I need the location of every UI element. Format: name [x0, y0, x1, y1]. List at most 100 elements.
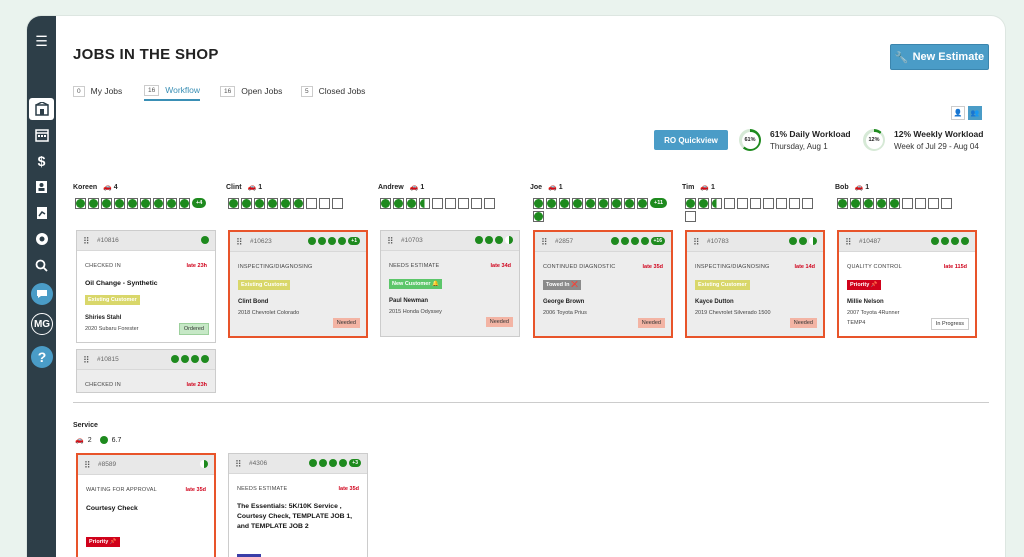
team-view-icon[interactable]: 👥 — [968, 106, 982, 120]
chat-icon[interactable] — [31, 283, 53, 305]
slot — [902, 198, 913, 209]
slot — [559, 198, 570, 209]
job-status: QUALITY CONTROL — [847, 264, 902, 270]
job-card-8589[interactable]: ⠿ #8589 WAITING FOR APPROVAL late 35d Co… — [76, 453, 216, 557]
car-count: 4 — [113, 184, 118, 191]
weekly-gauge-label: 12% — [865, 131, 883, 149]
progress-dots: +16 — [610, 237, 665, 245]
job-card-10623[interactable]: ⠿ #10623 +1 INSPECTING/DIAGNOSING Existi… — [228, 230, 368, 338]
late-indicator: late 23h — [186, 263, 207, 269]
job-card-4306[interactable]: ⠿ #4306 +3 NEEDS ESTIMATE late 35d The E… — [228, 453, 368, 557]
job-number: #10816 — [97, 237, 119, 244]
tab-workflow[interactable]: 16 Workflow — [144, 81, 201, 101]
job-status: CONTINUED DIAGNOSTIC — [543, 264, 616, 270]
capacity-slots-koreen: +4 — [75, 198, 215, 209]
job-card-10815[interactable]: ⠿ #10815 CHECKED IN late 23h — [76, 349, 216, 393]
tab-count: 16 — [144, 84, 160, 96]
progress-dots — [931, 237, 969, 245]
daily-workload-gauge: 61% — [739, 129, 761, 151]
progress-dot — [339, 459, 348, 467]
avatar[interactable]: MG — [31, 313, 53, 335]
slot — [445, 198, 456, 209]
ro-quickview-button[interactable]: RO Quickview — [654, 130, 728, 150]
slot — [611, 198, 622, 209]
drag-handle-icon[interactable]: ⠿ — [235, 459, 242, 470]
car-icon: 🚗 — [409, 184, 421, 191]
slot — [166, 198, 177, 209]
tab-closed-jobs[interactable]: 5 Closed Jobs — [301, 81, 365, 101]
slot — [101, 198, 112, 209]
car-icon: 🚗 — [854, 184, 866, 191]
drag-handle-icon[interactable]: ⠿ — [83, 236, 90, 247]
single-user-view-icon[interactable]: 👤 — [951, 106, 965, 120]
progress-dot — [318, 237, 327, 245]
contacts-icon[interactable] — [30, 176, 53, 198]
reports-icon[interactable] — [30, 202, 53, 224]
progress-dot — [495, 236, 503, 244]
vehicle: 2018 Chevrolet Colorado — [238, 310, 300, 316]
daily-workload-title: 61% Daily Workload — [770, 129, 851, 139]
progress-dots — [171, 355, 209, 363]
tire-icon[interactable] — [30, 228, 53, 250]
slot — [802, 198, 813, 209]
slot — [228, 198, 239, 209]
customer-name: George Brown — [543, 299, 585, 305]
drag-handle-icon[interactable]: ⠿ — [236, 237, 243, 248]
drag-handle-icon[interactable]: ⠿ — [84, 460, 91, 471]
progress-dot — [201, 236, 209, 244]
parts-status-pill: Needed — [485, 317, 513, 327]
job-card-10816[interactable]: ⠿ #10816 CHECKED IN late 23h Oil Change … — [76, 230, 216, 343]
car-count: 1 — [865, 184, 870, 191]
parts-status-pill: Needed — [332, 318, 360, 328]
progress-dots — [200, 460, 208, 468]
customer-badge: New Customer 🔔 — [389, 279, 442, 289]
job-card-10487[interactable]: ⠿ #10487 QUALITY CONTROL late 115d Prior… — [837, 230, 977, 338]
late-indicator: late 35d — [338, 486, 359, 492]
tab-open-jobs[interactable]: 16 Open Jobs — [220, 81, 282, 101]
progress-dot — [620, 237, 629, 245]
tab-label: Workflow — [165, 85, 201, 95]
shop-icon[interactable] — [29, 98, 54, 120]
slot — [750, 198, 761, 209]
slot — [75, 198, 86, 209]
tab-label: Closed Jobs — [318, 86, 366, 96]
slot — [406, 198, 417, 209]
job-card-10703[interactable]: ⠿ #10703 NEEDS ESTIMATE late 34d New Cus… — [380, 230, 520, 337]
car-icon: 🚗 — [103, 184, 114, 191]
tech-column-andrew: Andrew 🚗 1 — [378, 183, 424, 191]
tab-my-jobs[interactable]: 0 My Jobs — [73, 81, 122, 101]
drag-handle-icon[interactable]: ⠿ — [693, 237, 700, 248]
card-header: ⠿ #10487 — [839, 232, 975, 252]
drag-handle-icon[interactable]: ⠿ — [541, 237, 548, 248]
service-section-title: Service — [73, 422, 98, 429]
tech-column-koreen: Koreen 🚗 4 — [73, 183, 118, 191]
drag-handle-icon[interactable]: ⠿ — [83, 355, 90, 366]
menu-icon[interactable]: ☰ — [30, 30, 53, 52]
dollar-icon[interactable]: $ — [30, 150, 53, 172]
search-icon[interactable] — [30, 254, 53, 276]
towed-badge: Towed In ❌ — [543, 280, 581, 290]
job-status: WAITING FOR APPROVAL — [86, 487, 157, 493]
drag-handle-icon[interactable]: ⠿ — [387, 236, 394, 247]
tech-column-bob: Bob 🚗 1 — [835, 183, 869, 191]
job-card-10783[interactable]: ⠿ #10783 INSPECTING/DIAGNOSING late 14d … — [685, 230, 825, 338]
drag-handle-icon[interactable]: ⠿ — [845, 237, 852, 248]
slot — [598, 198, 609, 209]
service-name: The Essentials: 5K/10K Service , Courtes… — [237, 503, 353, 530]
slot — [114, 198, 125, 209]
daily-gauge-label: 61% — [741, 131, 759, 149]
slot — [471, 198, 482, 209]
card-header: ⠿ #8589 — [78, 455, 214, 475]
job-status: INSPECTING/DIAGNOSING — [695, 264, 770, 270]
card-header: ⠿ #10703 — [381, 231, 519, 251]
slot-overflow-badge: +11 — [650, 198, 668, 208]
new-estimate-button[interactable]: 🔧 New Estimate — [890, 44, 989, 70]
job-card-2857[interactable]: ⠿ #2857 +16 CONTINUED DIAGNOSTIC late 35… — [533, 230, 673, 338]
progress-dot — [338, 237, 347, 245]
new-estimate-label: New Estimate — [912, 51, 985, 63]
section-divider — [73, 402, 989, 403]
calendar-icon[interactable] — [30, 124, 53, 146]
customer-badge: Existing Customer — [85, 295, 140, 305]
slot — [837, 198, 848, 209]
help-icon[interactable]: ? — [31, 346, 53, 368]
